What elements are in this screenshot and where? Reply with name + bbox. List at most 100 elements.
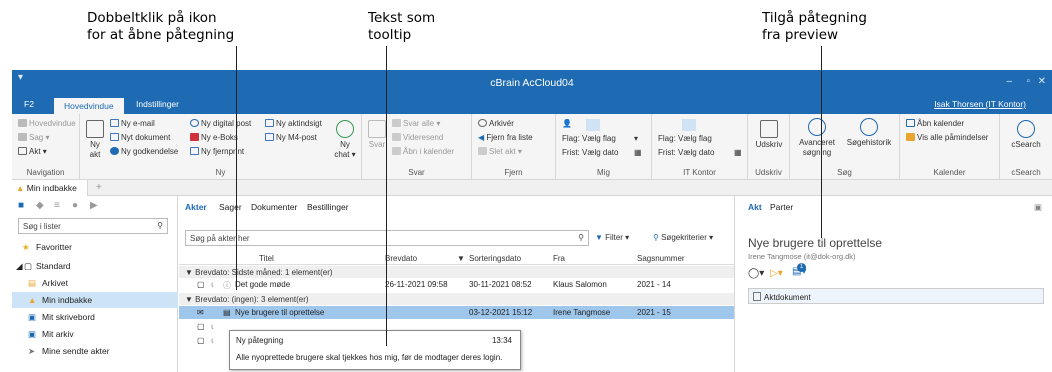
tab-parter[interactable]: Parter	[770, 202, 793, 212]
new-m4-post-button[interactable]: Ny M4-post	[265, 133, 317, 142]
column-brevdato[interactable]: Brevdato	[385, 254, 417, 263]
assign-icon[interactable]	[586, 119, 600, 131]
tab-f2[interactable]: F2	[24, 99, 34, 109]
open-calendar-button[interactable]: Åbn kalender	[906, 119, 964, 128]
tooltip-text: Alle nyoprettede brugere skal tjekkes ho…	[236, 353, 503, 362]
new-akt-button[interactable]: Ny akt	[84, 120, 106, 160]
folder-icon[interactable]: ▶	[90, 200, 98, 211]
add-tab-icon[interactable]: +	[96, 182, 102, 193]
chevron-down-icon[interactable]: ▾	[634, 134, 638, 143]
group-label-udskriv: Udskriv	[755, 168, 782, 177]
nav-min-indbakke[interactable]: ▲ Min indbakke	[12, 292, 178, 308]
nav-sag[interactable]: Sag ▾	[18, 133, 49, 142]
remove-from-list-button[interactable]: ◀ Fjern fra liste	[478, 133, 533, 142]
search-criteria-button[interactable]: ⚲ Søgekriterier ▾	[653, 233, 713, 242]
lists-icon[interactable]: ■	[18, 200, 24, 211]
column-titel[interactable]: Titel	[259, 254, 274, 263]
tab-bestillinger[interactable]: Bestillinger	[307, 202, 349, 212]
people-icon[interactable]: ●	[72, 200, 78, 211]
tab-min-indbakke[interactable]: ▲ Min indbakke	[12, 180, 88, 196]
nav-standard[interactable]: ◢ ▢ Standard	[12, 258, 178, 274]
row-fra: Klaus Salomon	[553, 280, 607, 289]
expand-icon[interactable]: ◢	[16, 261, 23, 272]
archive-button[interactable]: Arkivér	[478, 119, 514, 128]
open-in-calendar-button[interactable]: Åbn i kalender	[392, 147, 454, 156]
reply-all-button[interactable]: Svar alle ▾	[392, 119, 440, 128]
mig-frist-select[interactable]: Vælg dato	[582, 148, 618, 157]
print-button[interactable]: Udskriv	[752, 120, 786, 150]
table-row[interactable]: ✉ ▤ Nye brugere til oprettelse 03-12-202…	[179, 306, 734, 319]
nav-mit-skrivebord[interactable]: ▣ Mit skrivebord	[12, 309, 178, 325]
delete-icon	[478, 147, 487, 155]
person-icon: 👤	[562, 119, 572, 128]
tab-hovedvindue[interactable]: Hovedvindue	[54, 98, 124, 114]
tab-indstillinger[interactable]: Indstillinger	[136, 99, 179, 109]
reply-button[interactable]: Svar	[366, 120, 388, 150]
minimize-icon[interactable]: –	[1006, 76, 1012, 87]
annotation-icon[interactable]: ▤	[223, 308, 231, 317]
new-eboks-button[interactable]: Ny e-Boks	[190, 133, 238, 142]
nav-mit-arkiv[interactable]: ▣ Mit arkiv	[12, 326, 178, 342]
search-history-button[interactable]: Søgehistorik	[842, 118, 896, 148]
column-sorteringsdato[interactable]: Sorteringsdato	[469, 254, 521, 263]
units-icon[interactable]: ◆	[36, 200, 44, 211]
it-frist-select[interactable]: Vælg dato	[678, 148, 714, 157]
group-label-navigation: Navigation	[26, 168, 65, 177]
nav-hovedvindue[interactable]: Hovedvindue	[18, 119, 76, 128]
akter-search-input[interactable]: Søg på akter her ⚲	[185, 230, 589, 246]
column-fra[interactable]: Fra	[553, 254, 565, 263]
calendar-icon[interactable]: ▦	[634, 148, 642, 157]
new-approval-button[interactable]: Ny godkendelse	[110, 147, 178, 156]
new-access-request-button[interactable]: Ny aktindsigt	[265, 119, 322, 128]
new-document-button[interactable]: Nyt dokument	[110, 133, 170, 142]
new-digital-post-button[interactable]: Ny digital post	[190, 119, 251, 128]
delete-button[interactable]: Slet akt ▾	[478, 147, 522, 156]
assign-unit-icon[interactable]	[682, 119, 696, 131]
group-fjern: Arkivér ◀ Fjern fra liste Slet akt ▾ Fje…	[472, 114, 556, 180]
close-icon[interactable]: ✕	[1038, 76, 1046, 87]
reply-icon	[368, 120, 386, 138]
forward-label: Videresend	[403, 133, 444, 142]
reply-menu-icon[interactable]: ◯▾	[748, 268, 764, 279]
row-title: Det gode møde	[235, 280, 291, 289]
table-row[interactable]: ▢ ⍳ ⓘ Det gode møde 26-11-2021 09:58 30-…	[179, 278, 734, 291]
filter-button[interactable]: ▼ Filter ▾	[595, 233, 629, 242]
advanced-search-button[interactable]: Avanceret søgning	[794, 118, 840, 158]
column-header-row: Titel Brevdato ▼ Sorteringsdato Fra Sags…	[179, 253, 734, 265]
group-header[interactable]: ▼ Brevdato: (ingen): 3 element(er)	[179, 293, 734, 305]
expand-pane-icon[interactable]: ▣	[1034, 202, 1042, 213]
new-email-button[interactable]: Ny e-mail	[110, 119, 155, 128]
folder-menu-icon[interactable]: ▷▾	[770, 268, 783, 279]
list-search-input[interactable]: Søg i lister ⚲	[18, 218, 168, 234]
column-sagsnummer[interactable]: Sagsnummer	[637, 254, 685, 263]
show-reminders-button[interactable]: Vis alle påmindelser	[906, 133, 988, 142]
attached-document[interactable]: Aktdokument	[748, 288, 1044, 304]
forward-button[interactable]: Videresend	[392, 133, 443, 142]
mig-flag-select[interactable]: Vælg flag	[582, 134, 616, 143]
list-search-placeholder: Søg i lister	[23, 222, 61, 231]
csearch-button[interactable]: cSearch	[1006, 120, 1046, 150]
nav-akt[interactable]: Akt ▾	[18, 147, 47, 156]
group-header[interactable]: ▼ Brevdato: Sidste måned: 1 element(er)	[179, 266, 734, 278]
nav-mine-sendte-akter[interactable]: ➤ Mine sendte akter	[12, 343, 178, 359]
new-chat-button[interactable]: Ny chat ▾	[332, 120, 358, 160]
tab-akter[interactable]: Akter	[185, 202, 207, 212]
annotation-preview-icon[interactable]: ▤ 1 ▾	[792, 263, 806, 277]
row-sorteringsdato: 03-12-2021 15:12	[469, 308, 533, 317]
search-history-label: Søgehistorik	[846, 138, 892, 147]
group-label-mig: Mig	[597, 168, 610, 177]
tab-akt[interactable]: Akt	[748, 202, 762, 212]
nav-mit-skrivebord-label: Mit skrivebord	[42, 312, 95, 322]
digital-post-icon	[190, 119, 199, 127]
it-flag-select[interactable]: Vælg flag	[678, 134, 712, 143]
nav-favoritter[interactable]: ★ Favoritter	[12, 239, 178, 255]
menu-icon[interactable]: ≡	[54, 200, 60, 211]
tab-dokumenter[interactable]: Dokumenter	[251, 202, 297, 212]
nav-arkivet[interactable]: ▤ Arkivet	[12, 275, 178, 291]
maximize-icon[interactable]: ▫	[1026, 76, 1030, 87]
user-link[interactable]: Isak Thorsen (IT Kontor)	[934, 99, 1026, 109]
tab-sager[interactable]: Sager	[219, 202, 242, 212]
inbox-icon: ▲	[16, 183, 25, 193]
calendar-icon[interactable]: ▦	[734, 148, 742, 157]
star-icon: ★	[22, 242, 30, 252]
